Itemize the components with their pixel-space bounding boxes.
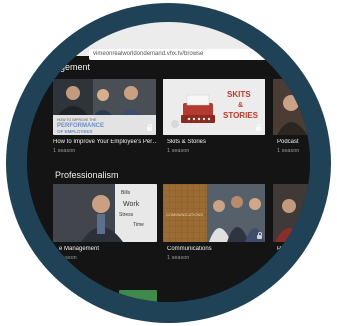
performance-thumb-line3: OF EMPLOYEES <box>57 129 93 134</box>
performance-thumb-line1: HOW TO IMPROVE THE <box>57 118 97 122</box>
video-card-partial[interactable] <box>273 184 310 242</box>
card-season-count: 1 season <box>277 148 300 154</box>
card-season-count: 1 season <box>167 148 190 154</box>
whiteboard-word-1: Bills <box>121 190 131 196</box>
whiteboard-word-4: Time <box>133 222 144 228</box>
video-card-skits-stories[interactable]: SKITS & STORIES <box>163 79 265 135</box>
card-title[interactable]: Pr <box>277 246 310 252</box>
card-title[interactable]: Communications <box>167 246 262 252</box>
skits-thumb-ampersand: & <box>238 102 243 109</box>
whiteboard-word-3: Stress <box>119 212 134 218</box>
address-bar[interactable]: vimeonrealworldondemand.vhx.tv/browse <box>89 49 310 60</box>
partial-thumbnail <box>273 184 310 242</box>
communications-thumb-text: COMMUNICATIONS <box>166 212 203 217</box>
skits-thumbnail: SKITS & STORIES <box>163 79 265 135</box>
row-title-professionalism: Professionalism <box>55 170 119 180</box>
card-title[interactable]: Podcast <box>277 139 310 145</box>
video-card-time-management[interactable]: Bills Work Stress Time <box>53 184 157 242</box>
card-season-count: season <box>59 255 77 261</box>
video-card-performance[interactable]: HOW TO IMPROVE THE PERFORMANCE OF EMPLOY… <box>53 79 156 135</box>
time-management-thumbnail: Bills Work Stress Time <box>53 184 157 242</box>
podcast-thumbnail <box>273 79 310 135</box>
card-title[interactable]: e Management <box>59 246 157 252</box>
browse-page: agement HOW TO IMPROVE THE PERFORMANCE O… <box>27 60 310 302</box>
card-title[interactable]: Skits & Stories <box>167 139 262 145</box>
skits-thumb-word1: SKITS <box>227 90 251 99</box>
lock-icon <box>257 232 262 239</box>
magnified-viewport: vimeonrealworldondemand.vhx.tv/browse ag… <box>27 22 310 302</box>
forward-icon[interactable] <box>80 39 85 44</box>
video-card-next-row[interactable] <box>119 290 157 302</box>
skits-thumb-word2: STORIES <box>223 111 259 120</box>
lock-icon <box>147 124 152 131</box>
video-card-podcast[interactable] <box>273 79 310 135</box>
whiteboard-word-2: Work <box>123 201 140 208</box>
browser-toolbar: vimeonrealworldondemand.vhx.tv/browse <box>27 22 310 60</box>
performance-thumbnail: HOW TO IMPROVE THE PERFORMANCE OF EMPLOY… <box>53 79 156 135</box>
card-title[interactable]: How to Improve Your Employee's Per… <box>53 139 157 145</box>
card-season-count: 1 season <box>53 148 76 154</box>
back-icon[interactable] <box>71 39 76 44</box>
lock-icon <box>256 124 261 131</box>
video-card-communications[interactable]: COMMUNICATIONS <box>163 184 265 242</box>
screenshot-stage: vimeonrealworldondemand.vhx.tv/browse ag… <box>0 0 337 326</box>
communications-thumbnail: COMMUNICATIONS <box>163 184 265 242</box>
card-season-count: 1 season <box>167 255 190 261</box>
row-title-management: agement <box>55 62 91 72</box>
